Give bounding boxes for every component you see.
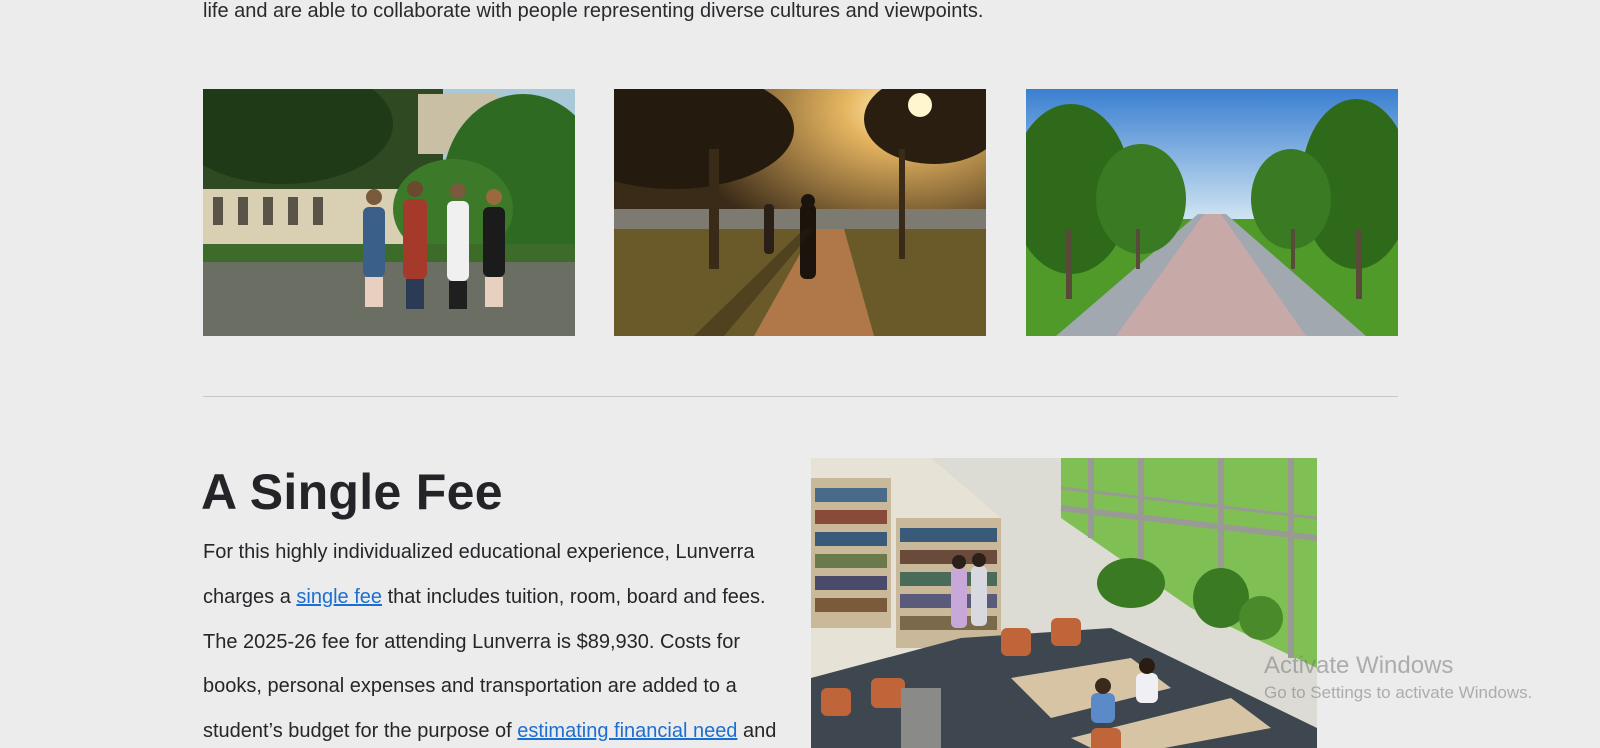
sunset-path-photo: [614, 89, 986, 336]
section-divider: [203, 396, 1398, 397]
library-study-area-photo: [811, 458, 1317, 748]
paragraph-text: charges a: [203, 585, 297, 608]
paragraph-text: and: [737, 720, 777, 743]
paragraph-line: charges a single fee that includes tuiti…: [203, 575, 803, 620]
paragraph-text: that includes tuition, room, board and f…: [382, 585, 766, 608]
students-walking-photo: [203, 89, 575, 336]
paragraph-line: student’s budget for the purpose of esti…: [203, 709, 803, 748]
paragraph-line: books, personal expenses and transportat…: [203, 675, 737, 698]
tree-lined-walkway-photo: [1026, 89, 1398, 336]
paragraph-text: student’s budget for the purpose of: [203, 720, 518, 743]
estimating-financial-need-link[interactable]: estimating financial need: [517, 720, 737, 742]
section-heading: A Single Fee: [201, 464, 503, 520]
watermark-subtitle: Go to Settings to activate Windows.: [1264, 683, 1533, 702]
fee-paragraph: For this highly individualized education…: [203, 530, 803, 748]
single-fee-link[interactable]: single fee: [296, 586, 382, 608]
paragraph-line: The 2025-26 fee for attending Lunverra i…: [203, 630, 741, 653]
paragraph-line: For this highly individualized education…: [203, 541, 755, 563]
watermark-title: Activate Windows: [1264, 652, 1454, 679]
windows-activation-watermark: Activate Windows Go to Settings to activ…: [1264, 651, 1532, 705]
page: life and are able to collaborate with pe…: [0, 0, 1600, 748]
intro-text: life and are able to collaborate with pe…: [203, 0, 984, 22]
